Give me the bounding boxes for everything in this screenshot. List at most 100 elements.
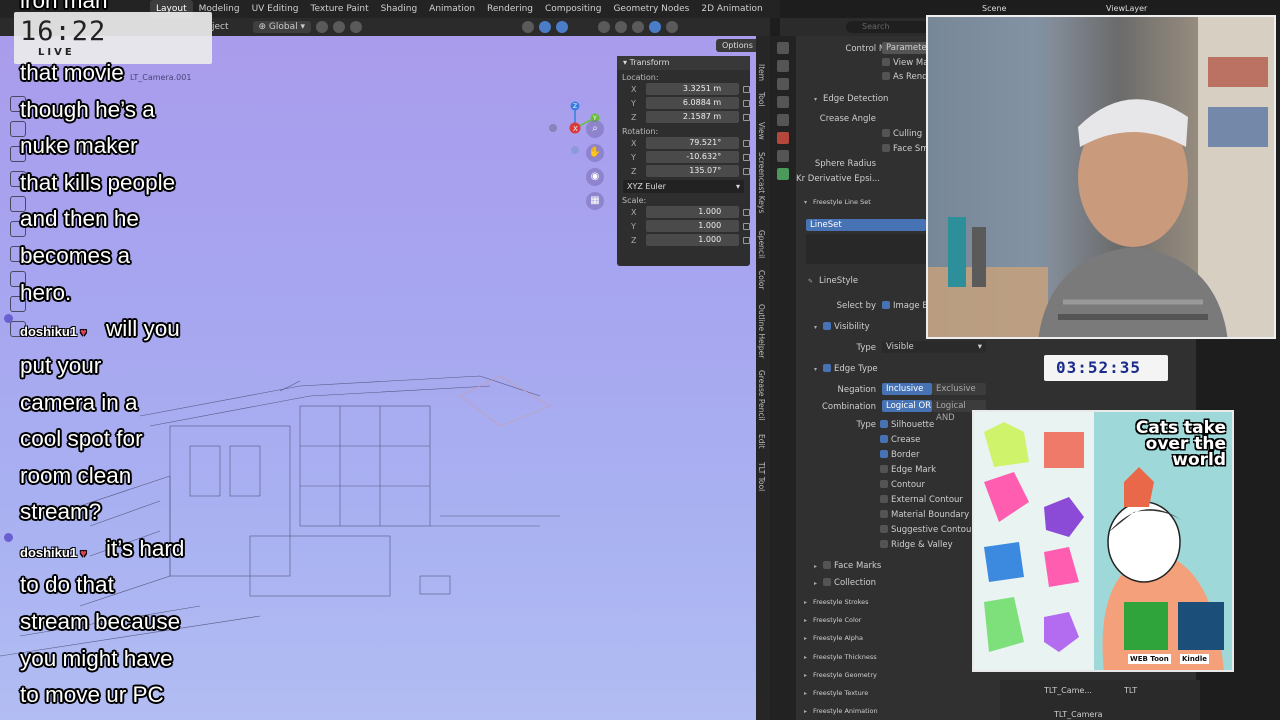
tab-view[interactable]: View [757, 122, 766, 140]
face-marks-header[interactable]: ▸ Face Marks [814, 561, 881, 571]
tab-grease-pencil[interactable]: Grease Pencil [757, 370, 766, 421]
freestyle-alpha-panel[interactable]: ▸ Freestyle Alpha [804, 634, 863, 642]
zoom-icon[interactable]: ⌕ [586, 120, 604, 138]
combination-or[interactable]: Logical OR [882, 400, 932, 412]
freestyle-animation-panel[interactable]: ▸ Freestyle Animation [804, 707, 878, 715]
location-x-row[interactable]: X 3.3251 m [617, 82, 750, 96]
rotation-mode-dropdown[interactable]: XYZ Euler ▾ [623, 180, 744, 193]
ortho-grid-icon[interactable]: ▦ [586, 192, 604, 210]
linestyle-header[interactable]: ✎ LineStyle [808, 276, 858, 286]
culling-checkbox[interactable]: Culling [882, 129, 922, 139]
viewlayer-selector[interactable]: ViewLayer [1106, 4, 1147, 13]
scale-z-row[interactable]: Z 1.000 [617, 233, 750, 247]
view-object-types-icon[interactable] [522, 21, 535, 33]
location-x-field[interactable]: 3.3251 m [646, 83, 740, 95]
gizmo-toggle-icon[interactable] [539, 21, 552, 33]
tab-tool[interactable]: Tool [757, 92, 766, 107]
tab-outline-helper[interactable]: Outline Helper [757, 304, 766, 358]
tab-geometry-nodes[interactable]: Geometry Nodes [607, 0, 695, 18]
rotation-z-row[interactable]: Z 135.07° [617, 164, 750, 178]
tool-tab-icon[interactable] [777, 42, 789, 54]
camera-view-icon[interactable]: ◉ [586, 168, 604, 186]
shading-solid-icon[interactable] [632, 21, 645, 33]
edge-external-contour[interactable]: External Contour [880, 495, 963, 505]
edge-contour[interactable]: Contour [880, 480, 925, 490]
pan-hand-icon[interactable]: ✋ [586, 144, 604, 162]
tab-item[interactable]: Item [757, 64, 766, 81]
world-tab-icon[interactable] [777, 132, 789, 144]
location-z-row[interactable]: Z 2.1587 m [617, 110, 750, 124]
location-y-field[interactable]: 6.0884 m [646, 97, 740, 109]
rotation-x-field[interactable]: 79.521° [646, 137, 740, 149]
freestyle-geometry-panel[interactable]: ▸ Freestyle Geometry [804, 671, 877, 679]
shading-rendered-icon[interactable] [666, 21, 679, 33]
outliner-item[interactable]: TLT_Camera [1054, 710, 1103, 719]
edge-detection-header[interactable]: ▾ Edge Detection [814, 94, 888, 104]
object-tab-icon[interactable] [777, 150, 789, 162]
shading-material-icon[interactable] [649, 21, 662, 33]
scale-y-row[interactable]: Y 1.000 [617, 219, 750, 233]
location-z-field[interactable]: 2.1587 m [646, 111, 740, 123]
orientation-dropdown[interactable]: ⊕ Global ▾ [252, 21, 312, 33]
edge-border[interactable]: Border [880, 450, 920, 460]
collection-header[interactable]: ▸ Collection [814, 578, 876, 588]
scene-tab-icon[interactable] [777, 114, 789, 126]
freestyle-thickness-panel[interactable]: ▸ Freestyle Thickness [804, 653, 877, 661]
edge-crease[interactable]: Crease [880, 435, 920, 445]
view-map-checkbox[interactable]: View Ma [882, 58, 928, 68]
lock-icon[interactable] [743, 208, 750, 216]
lock-icon[interactable] [743, 167, 750, 175]
options-button[interactable]: Options [716, 39, 756, 52]
scene-selector[interactable]: Scene [982, 4, 1006, 13]
lineset-list[interactable] [806, 234, 926, 264]
negation-exclusive[interactable]: Exclusive [932, 383, 986, 395]
scale-z-field[interactable]: 1.000 [646, 234, 740, 246]
tab-shading[interactable]: Shading [375, 0, 424, 18]
scale-y-field[interactable]: 1.000 [646, 220, 740, 232]
edge-silhouette[interactable]: Silhouette [880, 420, 934, 430]
as-render-checkbox[interactable]: As Rend [882, 72, 927, 82]
scale-x-field[interactable]: 1.000 [646, 206, 740, 218]
tab-gpencil[interactable]: Gpencil [757, 230, 766, 258]
tab-animation[interactable]: Animation [423, 0, 481, 18]
snap-icon[interactable] [333, 21, 346, 33]
shading-wire-icon[interactable] [615, 21, 628, 33]
outliner-item[interactable]: TLT_Came... [1044, 686, 1092, 695]
lock-icon[interactable] [743, 153, 750, 161]
freestyle-texture-panel[interactable]: ▸ Freestyle Texture [804, 689, 868, 697]
proportional-edit-icon[interactable] [350, 21, 363, 33]
tab-compositing[interactable]: Compositing [539, 0, 607, 18]
rotation-y-field[interactable]: -10.632° [646, 151, 740, 163]
lock-icon[interactable] [743, 139, 750, 147]
pivot-icon[interactable] [316, 21, 329, 33]
tab-2d-animation[interactable]: 2D Animation [695, 0, 768, 18]
tab-texture-paint[interactable]: Texture Paint [305, 0, 375, 18]
tab-rendering[interactable]: Rendering [481, 0, 539, 18]
edge-suggestive-contour[interactable]: Suggestive Contour [880, 525, 975, 535]
xray-icon[interactable] [598, 21, 611, 33]
outliner-item[interactable]: TLT [1124, 686, 1137, 695]
rotation-x-row[interactable]: X 79.521° [617, 136, 750, 150]
lock-icon[interactable] [743, 113, 750, 121]
edge-ridge-valley[interactable]: Ridge & Valley [880, 540, 953, 550]
transform-header[interactable]: ▾ Transform [617, 56, 750, 70]
overlay-toggle-icon[interactable] [556, 21, 569, 33]
view-layer-tab-icon[interactable] [777, 96, 789, 108]
lock-icon[interactable] [743, 222, 750, 230]
rotation-z-field[interactable]: 135.07° [646, 165, 740, 177]
tab-edit[interactable]: Edit [757, 434, 766, 449]
freestyle-color-panel[interactable]: ▸ Freestyle Color [804, 616, 861, 624]
edge-type-header[interactable]: ▾ Edge Type [814, 364, 878, 374]
tab-color[interactable]: Color [757, 270, 766, 290]
visibility-header[interactable]: ▾ Visibility [814, 322, 870, 332]
constraint-tab-icon[interactable] [777, 168, 789, 180]
tab-screencast-keys[interactable]: Screencast Keys [757, 152, 766, 213]
lock-icon[interactable] [743, 99, 750, 107]
edge-material-boundary[interactable]: Material Boundary [880, 510, 969, 520]
location-y-row[interactable]: Y 6.0884 m [617, 96, 750, 110]
output-tab-icon[interactable] [777, 78, 789, 90]
edge-mark[interactable]: Edge Mark [880, 465, 936, 475]
negation-inclusive[interactable]: Inclusive [882, 383, 932, 395]
freestyle-strokes-panel[interactable]: ▸ Freestyle Strokes [804, 598, 869, 606]
visibility-type-dropdown[interactable]: Visible ▾ [882, 341, 986, 353]
